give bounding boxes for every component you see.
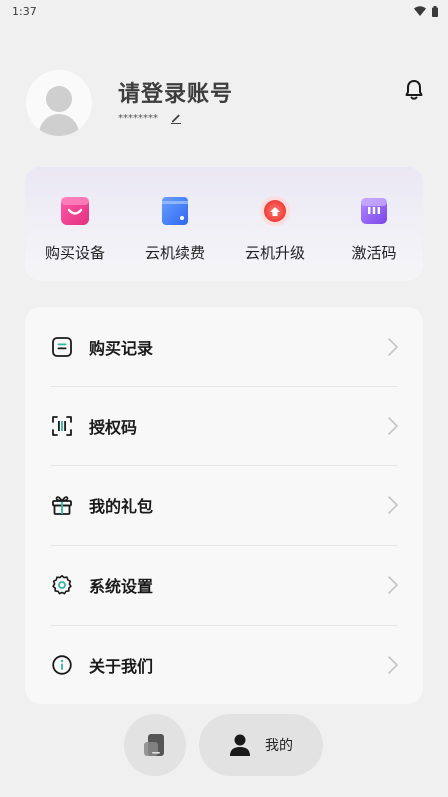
- menu-item-my-gifts[interactable]: 我的礼包: [25, 465, 423, 544]
- user-icon: [230, 734, 250, 756]
- menu-item-purchase-records[interactable]: 购买记录: [25, 307, 423, 386]
- wallet-icon: [153, 189, 197, 233]
- status-bar: 1:37: [0, 0, 448, 22]
- menu-item-system-settings[interactable]: 系统设置: [25, 545, 423, 624]
- status-icons: [414, 5, 438, 17]
- quick-action-activation-code[interactable]: 激活码: [324, 189, 424, 269]
- nav-tab-cloud-phone[interactable]: [124, 714, 186, 776]
- chevron-right-icon: [388, 495, 398, 514]
- menu-label: 授权码: [89, 417, 138, 437]
- edit-icon[interactable]: [170, 112, 182, 124]
- quick-actions-card: 购买设备 云机续费 云机升级 激活码: [25, 167, 423, 281]
- quick-action-label: 激活码: [351, 244, 397, 262]
- quick-action-buy-device[interactable]: 购买设备: [25, 189, 125, 269]
- chevron-right-icon: [388, 575, 398, 594]
- quick-action-label: 云机升级: [244, 244, 305, 262]
- quick-action-label: 云机续费: [144, 244, 205, 262]
- upgrade-icon: [253, 189, 297, 233]
- chevron-right-icon: [388, 337, 398, 356]
- chevron-right-icon: [388, 655, 398, 674]
- profile-header: 请登录账号 ********: [26, 70, 426, 140]
- ticket-icon: [352, 189, 396, 233]
- avatar-head: [46, 86, 72, 112]
- bell-icon[interactable]: [402, 78, 426, 102]
- login-title[interactable]: 请登录账号: [118, 76, 233, 108]
- menu-label: 关于我们: [89, 656, 154, 676]
- menu-label: 购买记录: [89, 338, 154, 358]
- document-list-icon: [52, 336, 72, 357]
- menu-item-about-us[interactable]: 关于我们: [25, 625, 423, 704]
- gift-icon: [52, 495, 72, 515]
- avatar[interactable]: [26, 70, 92, 136]
- menu-label: 系统设置: [89, 576, 154, 596]
- menu-label: 我的礼包: [89, 496, 154, 516]
- gear-icon: [52, 574, 72, 594]
- shopping-bag-icon: [53, 189, 97, 233]
- chevron-right-icon: [388, 416, 398, 435]
- quick-action-upgrade[interactable]: 云机升级: [225, 189, 325, 269]
- nav-tab-mine-label: 我的: [265, 738, 293, 754]
- masked-account: ********: [118, 112, 158, 124]
- nav-tab-mine[interactable]: 我的: [199, 714, 323, 776]
- status-time: 1:37: [12, 4, 37, 18]
- battery-icon: [432, 5, 438, 17]
- menu-item-auth-code[interactable]: 授权码: [25, 386, 423, 465]
- avatar-body: [39, 114, 79, 136]
- quick-action-renew[interactable]: 云机续费: [125, 189, 225, 269]
- quick-action-label: 购买设备: [44, 244, 105, 262]
- account-row: ********: [118, 112, 182, 124]
- cloud-phone-icon: [144, 734, 164, 756]
- settings-menu-card: 购买记录 授权码 我的礼包 系统设置 关于我们: [25, 307, 423, 704]
- wifi-icon: [414, 6, 426, 16]
- info-icon: [52, 654, 72, 675]
- scan-code-icon: [52, 415, 72, 436]
